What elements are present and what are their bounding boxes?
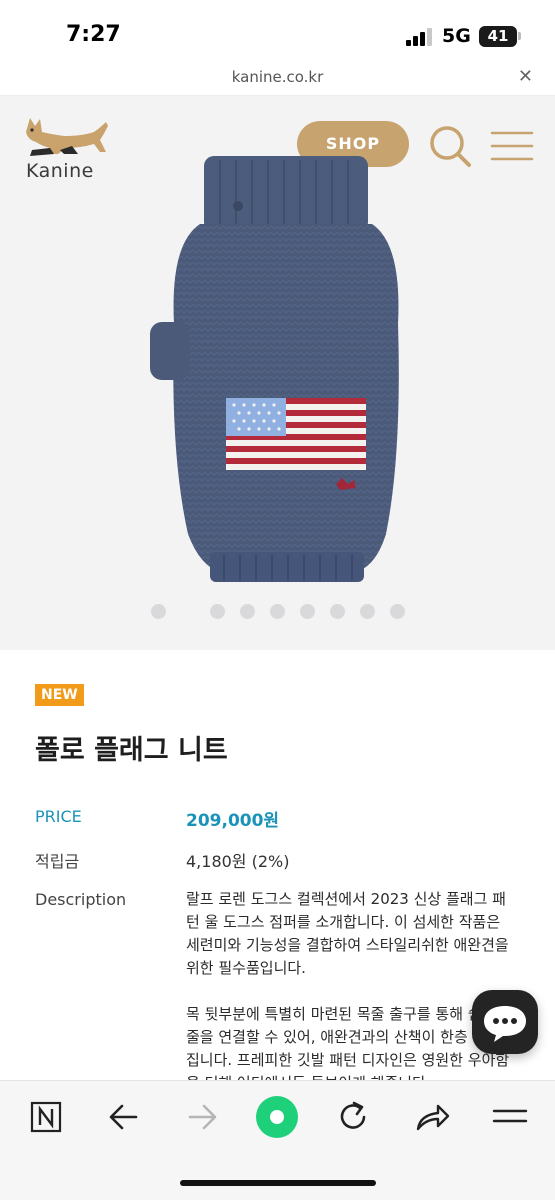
hamburger-menu-icon[interactable] [490,130,534,162]
brand-name: Kanine [26,160,94,182]
price-value: 209,000원 [186,811,280,831]
status-time: 7:27 [66,22,121,47]
share-icon[interactable] [410,1097,454,1137]
price-label: PRICE [35,807,82,826]
product-title: 폴로 플래그 니트 [35,735,228,766]
screen: 7:27 5G 41 kanine.co.kr ✕ Kanine SHOP NE… [0,0,555,1200]
network-type: 5G [442,25,471,47]
pagination-dot[interactable] [240,604,255,619]
more-menu-icon[interactable] [488,1097,532,1137]
green-dot-icon[interactable] [254,1094,300,1140]
description-paragraph: 랄프 로렌 도그스 컬렉션에서 2023 신상 플래그 패턴 울 도그스 점퍼를… [186,890,509,977]
home-indicator [180,1180,376,1186]
brand-logo[interactable]: Kanine [20,110,112,186]
pagination-dot[interactable] [151,604,166,619]
chat-button[interactable] [472,990,538,1054]
battery-icon: 41 [479,26,517,47]
pagination-dot[interactable] [300,604,315,619]
back-arrow-icon[interactable] [102,1097,146,1137]
url-text[interactable]: kanine.co.kr [0,68,555,86]
product-image[interactable] [130,154,440,614]
pagination-dot[interactable] [390,604,405,619]
pagination-dot[interactable] [210,604,225,619]
pagination-dot[interactable] [330,604,345,619]
points-value: 4,180원 (2%) [186,852,290,871]
status-bar: 7:27 5G 41 [0,0,555,62]
new-badge: NEW [35,684,84,706]
browser-url-bar[interactable]: kanine.co.kr ✕ [0,62,555,96]
points-label: 적립금 [35,852,80,871]
product-gallery[interactable]: Kanine SHOP [0,96,555,650]
pagination-dot[interactable] [270,604,285,619]
forward-arrow-icon[interactable] [180,1097,224,1137]
reload-icon[interactable] [332,1097,376,1137]
close-icon[interactable]: ✕ [518,66,533,87]
gallery-pagination[interactable] [0,604,555,624]
description-label: Description [35,890,127,909]
pagination-dot[interactable] [360,604,375,619]
chat-bubble-icon [484,1006,526,1042]
signal-icon [406,28,432,46]
battery-tip [518,32,521,40]
naver-n-icon[interactable] [24,1097,68,1137]
dog-logo-icon [26,118,108,156]
